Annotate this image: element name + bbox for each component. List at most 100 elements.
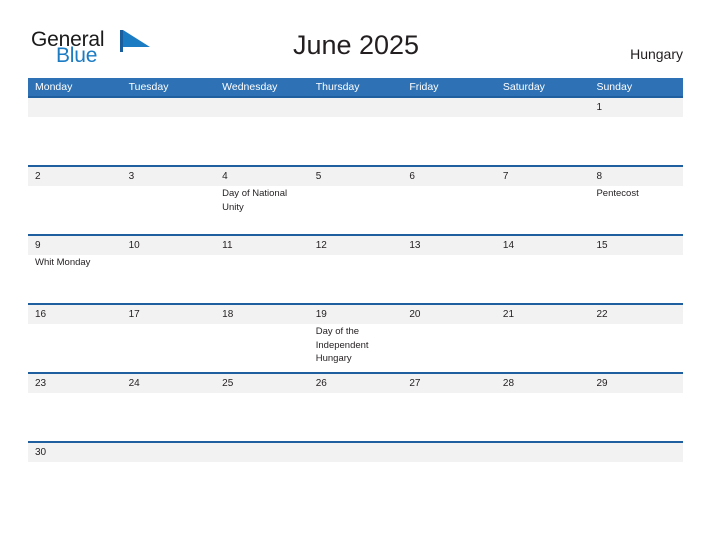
day-cell-event [28, 117, 122, 165]
day-cell-date[interactable]: 1 [589, 98, 683, 117]
day-cell-date[interactable] [496, 443, 590, 462]
country-label: Hungary [630, 46, 683, 62]
week-events-band: Whit Monday [28, 255, 683, 303]
day-cell-event [28, 186, 122, 234]
weekday-header-thursday: Thursday [315, 81, 360, 93]
day-cell-date[interactable]: 18 [215, 305, 309, 324]
day-cell-event [496, 393, 590, 441]
day-cell-date[interactable]: 3 [122, 167, 216, 186]
week-events-band: Day of the Independent Hungary [28, 324, 683, 372]
day-cell-date[interactable] [215, 98, 309, 117]
day-cell-date[interactable] [402, 98, 496, 117]
weekday-header-tuesday: Tuesday [128, 81, 169, 93]
day-cell-date[interactable] [122, 443, 216, 462]
calendar-week-row: 1 [28, 96, 683, 165]
day-cell-date[interactable]: 22 [589, 305, 683, 324]
day-cell-date[interactable]: 17 [122, 305, 216, 324]
day-cell-event [309, 117, 403, 165]
day-cell-event [496, 324, 590, 372]
day-cell-date[interactable]: 27 [402, 374, 496, 393]
day-cell-date[interactable]: 28 [496, 374, 590, 393]
week-dates-band: 16 17 18 19 20 21 22 [28, 305, 683, 324]
day-cell-date[interactable]: 30 [28, 443, 122, 462]
week-dates-band: 9 10 11 12 13 14 15 [28, 236, 683, 255]
week-dates-band: 30 [28, 443, 683, 462]
day-cell-date[interactable]: 26 [309, 374, 403, 393]
day-cell-event [122, 393, 216, 441]
day-cell-event [496, 255, 590, 303]
day-cell-date[interactable]: 7 [496, 167, 590, 186]
day-cell-date[interactable] [309, 98, 403, 117]
day-cell-date[interactable]: 24 [122, 374, 216, 393]
calendar-grid: Monday Tuesday Wednesday Thursday Friday… [28, 78, 683, 463]
week-events-band [28, 393, 683, 441]
day-cell-event [28, 393, 122, 441]
calendar-page: General Blue June 2025 Hungary Monday Tu… [0, 0, 712, 550]
calendar-week-row: 30 [28, 441, 683, 463]
calendar-week-row: 9 10 11 12 13 14 15 Whit Monday [28, 234, 683, 303]
day-cell-event [309, 255, 403, 303]
day-cell-event [402, 255, 496, 303]
week-dates-band: 2 3 4 5 6 7 8 [28, 167, 683, 186]
day-cell-date[interactable]: 16 [28, 305, 122, 324]
day-cell-date[interactable]: 2 [28, 167, 122, 186]
day-cell-event [589, 117, 683, 165]
day-cell-date[interactable]: 6 [402, 167, 496, 186]
page-header: General Blue June 2025 Hungary [0, 0, 712, 66]
day-cell-event [309, 393, 403, 441]
day-cell-date[interactable] [309, 443, 403, 462]
day-cell-date[interactable]: 21 [496, 305, 590, 324]
day-cell-date[interactable]: 14 [496, 236, 590, 255]
day-cell-event [309, 186, 403, 234]
day-cell-date[interactable]: 13 [402, 236, 496, 255]
day-cell-date[interactable] [402, 443, 496, 462]
day-cell-date[interactable]: 10 [122, 236, 216, 255]
day-cell-event [589, 393, 683, 441]
day-cell-event [496, 186, 590, 234]
day-cell-event [122, 117, 216, 165]
day-cell-event [215, 117, 309, 165]
day-cell-date[interactable]: 5 [309, 167, 403, 186]
day-cell-date[interactable]: 19 [309, 305, 403, 324]
weekday-header-sunday: Sunday [596, 81, 633, 93]
day-cell-event [122, 186, 216, 234]
day-cell-date[interactable]: 8 [589, 167, 683, 186]
day-cell-date[interactable] [215, 443, 309, 462]
calendar-week-row: 2 3 4 5 6 7 8 Day of National Unity Pent… [28, 165, 683, 234]
week-dates-band: 1 [28, 98, 683, 117]
day-cell-date[interactable]: 29 [589, 374, 683, 393]
weekday-header-wednesday: Wednesday [222, 81, 278, 93]
day-cell-date[interactable] [28, 98, 122, 117]
day-cell-date[interactable]: 25 [215, 374, 309, 393]
calendar-week-row: 23 24 25 26 27 28 29 [28, 372, 683, 441]
day-cell-event [589, 324, 683, 372]
day-cell-event [402, 186, 496, 234]
day-cell-date[interactable] [122, 98, 216, 117]
week-events-band: Day of National Unity Pentecost [28, 186, 683, 234]
day-cell-date[interactable]: 4 [215, 167, 309, 186]
day-cell-date[interactable]: 15 [589, 236, 683, 255]
day-cell-event [215, 255, 309, 303]
day-cell-event: Day of National Unity [222, 188, 288, 213]
day-cell-date[interactable]: 23 [28, 374, 122, 393]
calendar-week-row: 16 17 18 19 20 21 22 Day of the Independ… [28, 303, 683, 372]
page-title: June 2025 [292, 30, 420, 60]
day-cell-event [402, 117, 496, 165]
weekday-header-monday: Monday [35, 81, 73, 93]
day-cell-date[interactable] [496, 98, 590, 117]
day-cell-event: Whit Monday [35, 257, 91, 268]
day-cell-event [402, 393, 496, 441]
day-cell-event [122, 255, 216, 303]
day-cell-event: Day of the Independent Hungary [315, 326, 369, 364]
day-cell-event [28, 324, 122, 372]
day-cell-date[interactable]: 20 [402, 305, 496, 324]
day-cell-event [496, 117, 590, 165]
day-cell-date[interactable]: 11 [215, 236, 309, 255]
day-cell-date[interactable] [589, 443, 683, 462]
day-cell-date[interactable]: 9 [28, 236, 122, 255]
day-cell-date[interactable]: 12 [309, 236, 403, 255]
week-events-band [28, 117, 683, 165]
day-cell-event [589, 255, 683, 303]
day-cell-event [402, 324, 496, 372]
day-cell-event [122, 324, 216, 372]
